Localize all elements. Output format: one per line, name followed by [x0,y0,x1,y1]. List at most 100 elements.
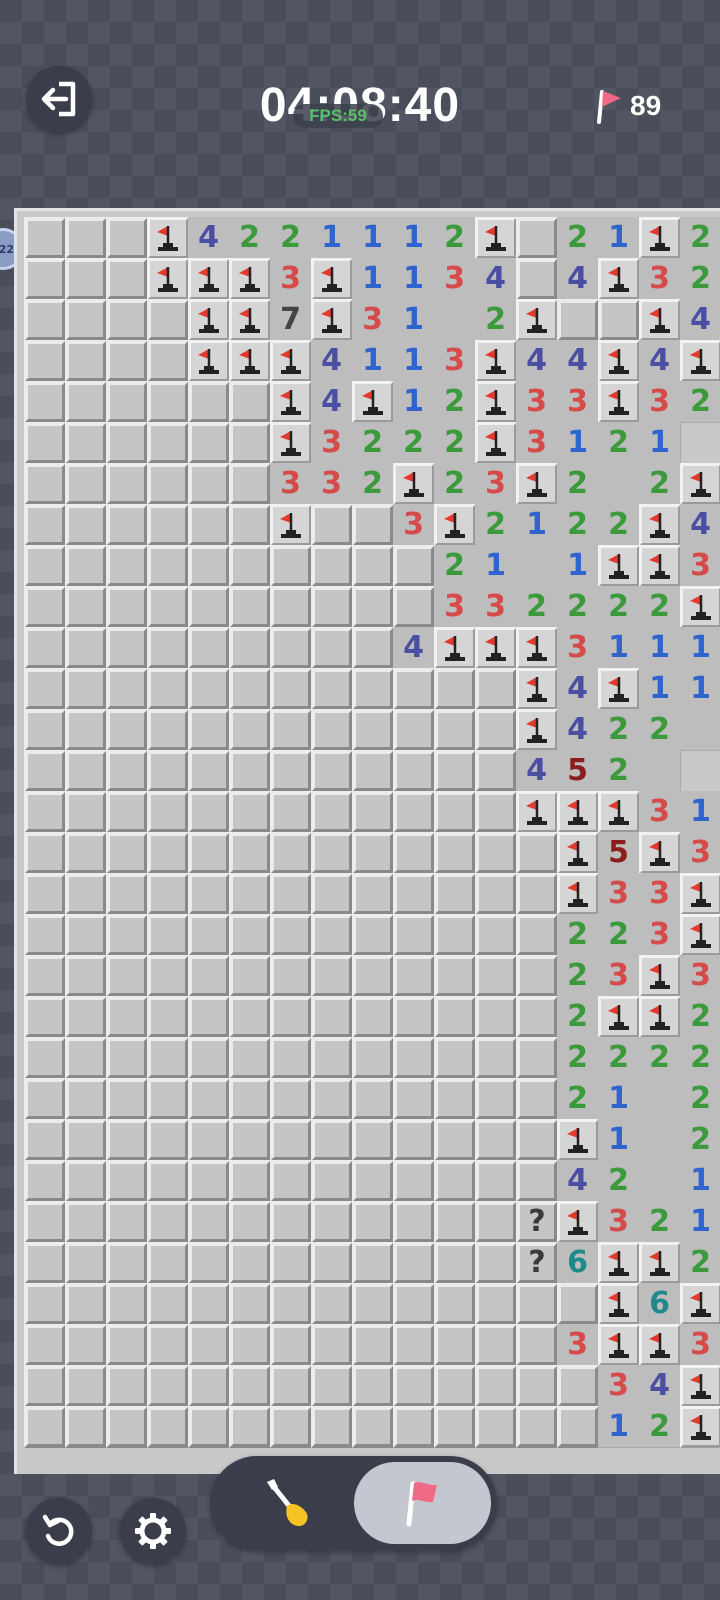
covered-cell[interactable] [475,1365,517,1407]
number-cell[interactable]: 4 [639,340,681,382]
number-cell[interactable]: 2 [557,504,599,546]
covered-cell[interactable] [188,1160,230,1202]
covered-cell[interactable] [106,299,148,341]
covered-cell[interactable] [106,1406,148,1448]
covered-cell[interactable] [516,955,558,997]
flagged-cell[interactable] [516,791,558,833]
number-cell[interactable]: 2 [598,709,640,751]
flagged-cell[interactable] [557,873,599,915]
covered-cell[interactable] [65,586,107,628]
flagged-cell[interactable] [639,1242,681,1284]
flagged-cell[interactable] [270,422,312,464]
number-cell[interactable]: 2 [639,1037,681,1079]
covered-cell[interactable] [311,1201,353,1243]
number-cell[interactable]: 1 [393,217,435,259]
flagged-cell[interactable] [557,832,599,874]
covered-cell[interactable] [311,586,353,628]
covered-cell[interactable] [106,1119,148,1161]
covered-cell[interactable] [393,1406,435,1448]
number-cell[interactable]: 3 [598,873,640,915]
flagged-cell[interactable] [188,258,230,300]
covered-cell[interactable] [188,1201,230,1243]
covered-cell[interactable] [311,1119,353,1161]
covered-cell[interactable] [65,791,107,833]
covered-cell[interactable] [598,299,640,341]
covered-cell[interactable] [147,1365,189,1407]
number-cell[interactable]: 3 [557,627,599,669]
number-cell[interactable]: 3 [393,504,435,546]
covered-cell[interactable] [229,1283,271,1325]
covered-cell[interactable] [434,750,476,792]
covered-cell[interactable] [24,463,66,505]
number-cell[interactable]: 3 [598,1201,640,1243]
number-cell[interactable]: 1 [598,1119,640,1161]
number-cell[interactable]: 1 [639,627,681,669]
number-cell[interactable]: 3 [680,832,720,874]
covered-cell[interactable] [475,750,517,792]
covered-cell[interactable] [229,627,271,669]
flagged-cell[interactable] [680,873,720,915]
covered-cell[interactable] [434,791,476,833]
covered-cell[interactable] [516,1119,558,1161]
number-cell[interactable]: 2 [434,463,476,505]
covered-cell[interactable] [311,1283,353,1325]
covered-cell[interactable] [147,381,189,423]
covered-cell[interactable] [270,627,312,669]
number-cell[interactable]: 2 [434,217,476,259]
covered-cell[interactable] [24,1242,66,1284]
covered-cell[interactable] [229,709,271,751]
flagged-cell[interactable] [270,340,312,382]
covered-cell[interactable] [516,217,558,259]
number-cell[interactable]: 2 [352,463,394,505]
covered-cell[interactable] [516,914,558,956]
number-cell[interactable]: 1 [598,217,640,259]
covered-cell[interactable] [270,873,312,915]
number-cell[interactable]: 2 [434,381,476,423]
covered-cell[interactable] [393,873,435,915]
number-cell[interactable]: 4 [311,381,353,423]
flagged-cell[interactable] [516,463,558,505]
flagged-cell[interactable] [557,1119,599,1161]
covered-cell[interactable] [65,299,107,341]
flagged-cell[interactable] [434,627,476,669]
covered-cell[interactable] [65,1160,107,1202]
number-cell[interactable]: 1 [639,422,681,464]
covered-cell[interactable] [311,668,353,710]
covered-cell[interactable] [352,668,394,710]
covered-cell[interactable] [311,1406,353,1448]
number-cell[interactable]: 3 [639,381,681,423]
covered-cell[interactable] [188,1283,230,1325]
covered-cell[interactable] [229,1037,271,1079]
number-cell[interactable]: 3 [516,422,558,464]
covered-cell[interactable] [65,955,107,997]
covered-cell[interactable] [270,1201,312,1243]
covered-cell[interactable] [65,340,107,382]
covered-cell[interactable] [147,709,189,751]
flagged-cell[interactable] [516,709,558,751]
covered-cell[interactable] [311,996,353,1038]
covered-cell[interactable] [516,873,558,915]
covered-cell[interactable] [147,299,189,341]
number-cell[interactable]: 7 [270,299,312,341]
number-cell[interactable]: 2 [557,586,599,628]
covered-cell[interactable] [270,955,312,997]
covered-cell[interactable] [393,914,435,956]
number-cell[interactable]: 2 [557,955,599,997]
question-cell[interactable]: ? [516,1201,558,1243]
covered-cell[interactable] [352,1324,394,1366]
covered-cell[interactable] [393,1324,435,1366]
number-cell[interactable]: 2 [680,1242,720,1284]
covered-cell[interactable] [147,996,189,1038]
number-cell[interactable]: 2 [516,586,558,628]
covered-cell[interactable] [65,422,107,464]
covered-cell[interactable] [24,1160,66,1202]
covered-cell[interactable] [147,832,189,874]
flagged-cell[interactable] [680,1406,720,1448]
covered-cell[interactable] [352,709,394,751]
covered-cell[interactable] [434,1160,476,1202]
covered-cell[interactable] [229,463,271,505]
covered-cell[interactable] [229,1201,271,1243]
empty-cell[interactable] [639,1160,681,1202]
covered-cell[interactable] [516,1160,558,1202]
covered-cell[interactable] [188,545,230,587]
